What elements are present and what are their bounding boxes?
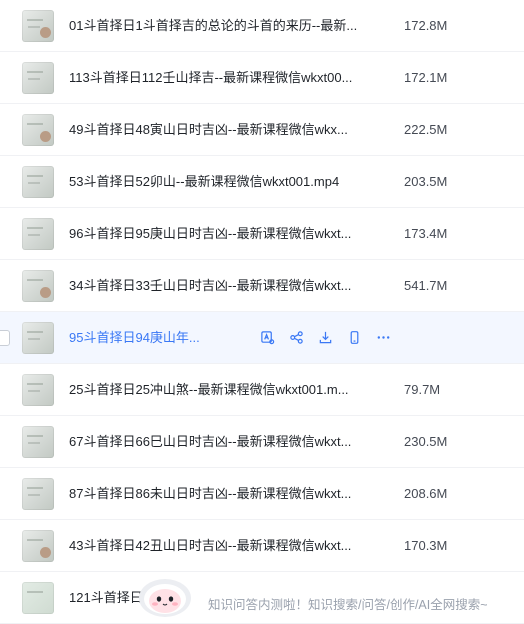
file-row[interactable]: 43斗首择日42丑山日时吉凶--最新课程微信wkxt... 170.3M <box>0 520 524 572</box>
video-thumbnail <box>22 114 54 146</box>
download-icon[interactable] <box>317 330 333 346</box>
file-name[interactable]: 34斗首择日33壬山日时吉凶--最新课程微信wkxt... <box>69 260 351 311</box>
select-checkbox[interactable] <box>0 330 10 346</box>
video-thumbnail <box>22 270 54 302</box>
file-row[interactable]: 96斗首择日95庚山日时吉凶--最新课程微信wkxt... 173.4M <box>0 208 524 260</box>
file-size: 222.5M <box>404 122 448 137</box>
file-row[interactable]: 25斗首择日25冲山煞--最新课程微信wkxt001.m... 79.7M <box>0 364 524 416</box>
file-size: 541.7M <box>404 278 448 293</box>
video-thumbnail <box>22 530 54 562</box>
file-name[interactable]: 121斗首择日 <box>69 572 143 623</box>
mobile-icon[interactable] <box>346 330 362 346</box>
video-thumbnail <box>22 478 54 510</box>
video-thumbnail <box>22 218 54 250</box>
ai-summary-icon[interactable] <box>259 330 275 346</box>
ai-assistant-prompt[interactable]: 知识问答内测啦！知识搜索/问答/创作/AI全网搜索~ <box>208 594 488 613</box>
file-size: 172.1M <box>404 70 448 85</box>
file-name[interactable]: 87斗首择日86未山日时吉凶--最新课程微信wkxt... <box>69 468 351 519</box>
file-row[interactable]: 87斗首择日86未山日时吉凶--最新课程微信wkxt... 208.6M <box>0 468 524 520</box>
file-size: 230.5M <box>404 434 448 449</box>
video-thumbnail <box>22 10 54 42</box>
file-name[interactable]: 113斗首择日112壬山择吉--最新课程微信wkxt00... <box>69 52 352 103</box>
file-size: 170.3M <box>404 538 448 553</box>
video-thumbnail <box>22 426 54 458</box>
row-actions <box>259 312 404 363</box>
file-list: 01斗首择日1斗首择吉的总论的斗首的来历--最新... 172.8M 113斗首… <box>0 0 524 624</box>
more-icon[interactable] <box>375 330 391 346</box>
file-size: 203.5M <box>404 174 448 189</box>
file-size: 172.8M <box>404 18 448 33</box>
video-thumbnail <box>22 582 54 614</box>
file-name[interactable]: 53斗首择日52卯山--最新课程微信wkxt001.mp4 <box>69 156 339 207</box>
file-name[interactable]: 49斗首择日48寅山日时吉凶--最新课程微信wkx... <box>69 104 348 155</box>
file-size: 79.7M <box>404 382 441 397</box>
file-name[interactable]: 43斗首择日42丑山日时吉凶--最新课程微信wkxt... <box>69 520 351 571</box>
ai-mascot-icon[interactable] <box>136 572 194 618</box>
video-thumbnail <box>22 374 54 406</box>
video-thumbnail <box>22 166 54 198</box>
file-row[interactable]: 53斗首择日52卯山--最新课程微信wkxt001.mp4 203.5M <box>0 156 524 208</box>
file-name[interactable]: 67斗首择日66巳山日时吉凶--最新课程微信wkxt... <box>69 416 351 467</box>
video-thumbnail <box>22 322 54 354</box>
file-row[interactable]: 113斗首择日112壬山择吉--最新课程微信wkxt00... 172.1M <box>0 52 524 104</box>
file-row[interactable]: 49斗首择日48寅山日时吉凶--最新课程微信wkx... 222.5M <box>0 104 524 156</box>
file-size: 173.4M <box>404 226 448 241</box>
file-size: 208.6M <box>404 486 448 501</box>
file-row[interactable]: 67斗首择日66巳山日时吉凶--最新课程微信wkxt... 230.5M <box>0 416 524 468</box>
file-name[interactable]: 95斗首择日94庚山年... <box>69 312 200 363</box>
file-row[interactable]: 34斗首择日33壬山日时吉凶--最新课程微信wkxt... 541.7M <box>0 260 524 312</box>
file-name[interactable]: 25斗首择日25冲山煞--最新课程微信wkxt001.m... <box>69 364 349 415</box>
file-name[interactable]: 01斗首择日1斗首择吉的总论的斗首的来历--最新... <box>69 0 357 51</box>
share-icon[interactable] <box>288 330 304 346</box>
file-name[interactable]: 96斗首择日95庚山日时吉凶--最新课程微信wkxt... <box>69 208 351 259</box>
file-row[interactable]: 01斗首择日1斗首择吉的总论的斗首的来历--最新... 172.8M <box>0 0 524 52</box>
video-thumbnail <box>22 62 54 94</box>
file-row-selected[interactable]: 95斗首择日94庚山年... <box>0 312 524 364</box>
